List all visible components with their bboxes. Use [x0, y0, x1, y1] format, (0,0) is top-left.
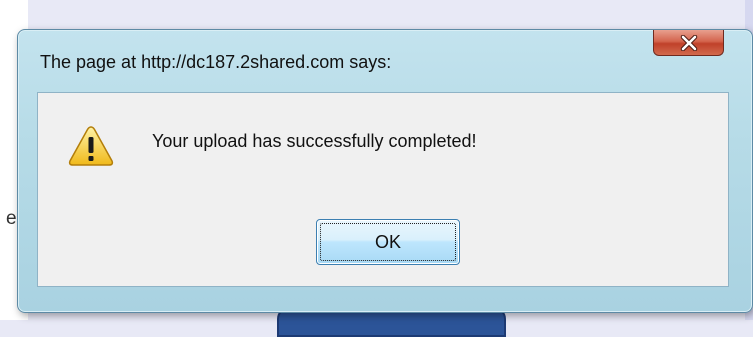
focus-ring [320, 223, 456, 261]
close-icon [680, 34, 697, 51]
dialog-title: The page at http://dc187.2shared.com say… [40, 52, 392, 72]
close-button[interactable] [653, 30, 724, 56]
alert-dialog: The page at http://dc187.2shared.com say… [17, 29, 753, 313]
dialog-message: Your upload has successfully completed! [152, 131, 477, 151]
dialog-content: Your upload has successfully completed! … [37, 92, 729, 287]
warning-icon [68, 126, 114, 166]
background-partial-text: e [6, 208, 17, 229]
ok-button[interactable]: OK [316, 219, 460, 265]
